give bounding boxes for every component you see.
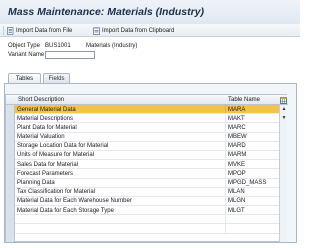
table-row[interactable]: Material Data for Each Warehouse Number M… bbox=[15, 196, 279, 207]
cell-table-name: MARC bbox=[228, 124, 246, 131]
cell-short-description: Material Data for Each Warehouse Number bbox=[17, 198, 132, 205]
column-divider bbox=[225, 196, 226, 206]
cell-table-name: MARA bbox=[228, 106, 246, 113]
column-divider bbox=[225, 123, 226, 132]
cell-short-description: Material Valuation bbox=[17, 134, 65, 141]
table-body: General Material Data MARA Material Descri… bbox=[15, 105, 279, 234]
table-row[interactable]: General Material Data MARA bbox=[15, 105, 279, 115]
import-data-from-file-button[interactable]: Import Data from File bbox=[7, 26, 72, 35]
cell-short-description: Sales Data for Material bbox=[17, 161, 79, 168]
cell-table-name: MARD bbox=[228, 143, 246, 150]
column-divider bbox=[225, 215, 226, 224]
title-bar: Mass Maintenance: Materials (Industry) bbox=[0, 0, 300, 24]
column-header-short-description[interactable]: Short Description bbox=[18, 97, 64, 103]
vertical-scrollbar[interactable]: ▲ ▼ bbox=[279, 105, 287, 242]
page-title: Mass Maintenance: Materials (Industry) bbox=[8, 6, 205, 18]
table-row[interactable]: Units of Measure for Material MARM bbox=[15, 150, 279, 161]
cell-table-name: MVKE bbox=[228, 161, 246, 168]
scroll-up-icon[interactable]: ▲ bbox=[281, 106, 287, 112]
cell-short-description: General Material Data bbox=[17, 106, 76, 113]
table-row[interactable]: Tax Classification for Material MLAN bbox=[15, 187, 279, 197]
table-row[interactable]: Material Data for Each Storage Type MLGT bbox=[15, 206, 279, 216]
column-divider bbox=[225, 187, 226, 196]
cell-short-description: Forecast Parameters bbox=[17, 170, 74, 177]
table-row[interactable]: Material Descriptions MAKT bbox=[15, 114, 279, 124]
application-toolbar: Import Data from File Import Data from C… bbox=[0, 24, 300, 37]
column-divider bbox=[225, 114, 226, 123]
tables-grid: Short Description Table Name General Mat… bbox=[5, 94, 288, 242]
cell-short-description: Material Data for Each Storage Type bbox=[17, 207, 114, 214]
table-row[interactable]: Forecast Parameters MPOP bbox=[15, 169, 279, 179]
import-data-from-clipboard-button[interactable]: Import Data from Clipboard bbox=[93, 26, 174, 35]
cell-short-description: Storage Location Data for Material bbox=[17, 143, 109, 150]
import-file-icon bbox=[7, 26, 14, 35]
toolbar-separator bbox=[3, 26, 4, 35]
import-data-from-clipboard-label: Import Data from Clipboard bbox=[102, 27, 175, 34]
cell-table-name: MLAN bbox=[228, 189, 245, 196]
cell-table-name: MPOP bbox=[228, 170, 246, 177]
column-divider bbox=[225, 160, 226, 169]
row-selector-column[interactable] bbox=[6, 105, 15, 242]
table-row[interactable]: Material Valuation MBEW bbox=[15, 132, 279, 142]
column-divider bbox=[225, 105, 226, 114]
table-row[interactable]: Plant Data for Material MARC bbox=[15, 123, 279, 133]
import-data-from-file-label: Import Data from File bbox=[16, 27, 73, 34]
object-type-description: Materials (Industry) bbox=[86, 43, 138, 49]
cell-table-name: MPGD_MASS bbox=[228, 180, 267, 186]
column-divider bbox=[225, 206, 226, 215]
cell-table-name: MBEW bbox=[228, 134, 247, 141]
variant-name-label: Variant Name bbox=[8, 52, 45, 58]
cell-table-name: MLGN bbox=[228, 198, 246, 205]
table-settings-icon[interactable] bbox=[279, 95, 288, 105]
scroll-down-icon[interactable]: ▼ bbox=[281, 115, 287, 121]
column-divider bbox=[225, 150, 226, 160]
variant-name-input[interactable] bbox=[45, 51, 95, 59]
column-divider bbox=[225, 141, 226, 150]
table-header-row: Short Description Table Name bbox=[6, 95, 288, 105]
column-divider bbox=[225, 224, 226, 233]
table-row[interactable]: Sales Data for Material MVKE bbox=[15, 160, 279, 170]
object-type-code: BUS1001 bbox=[45, 43, 71, 49]
cell-short-description: Plant Data for Material bbox=[17, 124, 77, 131]
column-divider bbox=[225, 132, 226, 141]
cell-table-name: MARM bbox=[228, 152, 247, 159]
column-divider bbox=[225, 178, 226, 187]
tab-fields[interactable]: Fields bbox=[43, 73, 70, 83]
cell-table-name: MLGT bbox=[228, 207, 245, 214]
table-row[interactable]: Planning Data MPGD_MASS bbox=[15, 178, 279, 188]
table-row[interactable]: Storage Location Data for Material MARD bbox=[15, 141, 279, 151]
tab-tables[interactable]: Tables bbox=[8, 73, 41, 83]
cell-table-name: MAKT bbox=[228, 115, 245, 122]
column-divider bbox=[225, 169, 226, 178]
empty-table-row bbox=[15, 224, 279, 234]
cell-short-description: Units of Measure for Material bbox=[17, 152, 95, 159]
object-type-label: Object Type bbox=[8, 43, 40, 49]
import-clipboard-icon bbox=[93, 26, 100, 35]
empty-table-row bbox=[15, 215, 279, 225]
cell-short-description: Tax Classification for Material bbox=[17, 189, 96, 196]
column-header-table-name[interactable]: Table Name bbox=[228, 97, 260, 103]
cell-short-description: Material Descriptions bbox=[17, 115, 74, 122]
cell-short-description: Planning Data bbox=[17, 180, 55, 186]
